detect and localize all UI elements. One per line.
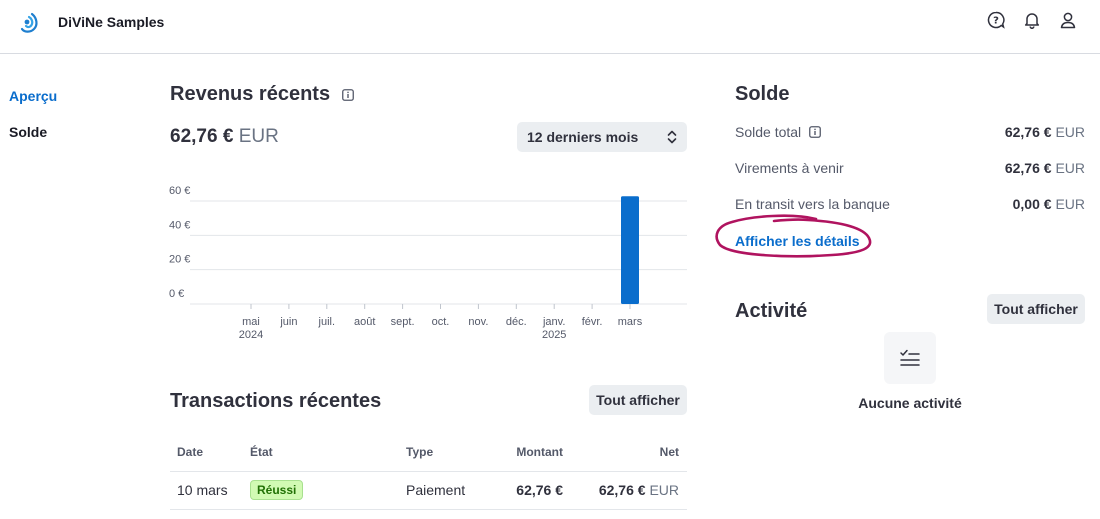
x-tick-label-year: 2025 bbox=[542, 329, 566, 341]
balance-transit-label: En transit vers la banque bbox=[735, 196, 890, 212]
x-tick-label-year: 2024 bbox=[239, 329, 263, 341]
balance-total-currency: EUR bbox=[1055, 124, 1085, 140]
cell-net-value: 62,76 € bbox=[598, 482, 646, 498]
column-header-date[interactable]: Date bbox=[170, 433, 250, 472]
balance-upcoming-currency: EUR bbox=[1055, 160, 1085, 176]
cell-date: 10 mars bbox=[170, 471, 250, 510]
x-tick-label: déc. bbox=[506, 316, 527, 328]
column-header-etat[interactable]: État bbox=[250, 433, 406, 472]
y-tick-label: 0 € bbox=[169, 288, 184, 300]
x-tick-label: nov. bbox=[468, 316, 488, 328]
balance-total-label: Solde total bbox=[735, 124, 802, 140]
cell-net-currency: EUR bbox=[649, 482, 679, 498]
x-tick-label: juin bbox=[279, 316, 297, 328]
transactions-title: Transactions récentes bbox=[170, 390, 382, 412]
transactions-view-all-button[interactable]: Tout afficher bbox=[589, 385, 687, 415]
x-tick-label: oct. bbox=[432, 316, 450, 328]
column-header-type[interactable]: Type bbox=[406, 433, 506, 472]
column-header-montant[interactable]: Montant bbox=[506, 433, 563, 472]
checklist-icon bbox=[900, 349, 920, 366]
revenue-amount-value: 62,76 € bbox=[170, 126, 234, 147]
sidebar-item-solde[interactable]: Solde bbox=[9, 122, 57, 158]
balance-upcoming-amount: 62,76 € bbox=[1004, 160, 1052, 176]
balance-total-value: 62,76 € EUR bbox=[1005, 124, 1085, 140]
balance-title: Solde bbox=[735, 83, 790, 105]
activity-empty-icon-box bbox=[884, 332, 936, 384]
activity-empty-text: Aucune activité bbox=[858, 395, 962, 411]
revenue-section-title: Revenus récents bbox=[170, 83, 354, 106]
chevron-up-down-icon bbox=[667, 130, 677, 144]
sidebar-nav: Aperçu Solde bbox=[9, 86, 57, 158]
table-row[interactable]: 10 mars Réussi Paiement 62,76 € 62,76 € … bbox=[170, 471, 687, 510]
balance-upcoming-label: Virements à venir bbox=[735, 160, 844, 176]
table-header-row: Date État Type Montant Net bbox=[170, 433, 687, 472]
column-header-net[interactable]: Net bbox=[563, 433, 687, 472]
svg-text:?: ? bbox=[993, 16, 999, 27]
info-icon[interactable] bbox=[809, 125, 821, 138]
balance-row-total: Solde total 62,76 € EUR bbox=[735, 124, 1085, 144]
y-tick-label: 40 € bbox=[169, 219, 190, 231]
transactions-table: Date État Type Montant Net 10 mars Réuss… bbox=[170, 433, 687, 510]
show-details-link[interactable]: Afficher les détails bbox=[735, 233, 860, 249]
balance-row-upcoming: Virements à venir 62,76 € EUR bbox=[735, 160, 1085, 180]
x-tick-label: mars bbox=[618, 316, 643, 328]
revenue-chart: 60 € 40 € 20 € 0 € mai2024 juin juil. août sept.… bbox=[169, 185, 687, 341]
help-icon[interactable]: ? bbox=[978, 9, 1014, 31]
x-tick-label: sept. bbox=[391, 316, 415, 328]
cell-amount: 62,76 € bbox=[506, 471, 563, 510]
cell-type: Paiement bbox=[406, 471, 506, 510]
y-tick-label: 60 € bbox=[169, 185, 190, 197]
y-tick-label: 20 € bbox=[169, 254, 190, 266]
brand-name: DiViNe Samples bbox=[58, 14, 165, 30]
balance-transit-value: 0,00 € EUR bbox=[1013, 196, 1085, 212]
balance-upcoming-value: 62,76 € EUR bbox=[1005, 160, 1085, 176]
x-tick-label: juil. bbox=[318, 316, 336, 328]
balance-transit-currency: EUR bbox=[1055, 196, 1085, 212]
top-bar: DiViNe Samples ? bbox=[0, 0, 1100, 54]
balance-transit-amount: 0,00 € bbox=[1012, 196, 1052, 212]
user-icon[interactable] bbox=[1050, 9, 1086, 31]
bell-icon[interactable] bbox=[1014, 9, 1050, 31]
period-select[interactable]: 12 derniers mois bbox=[517, 122, 687, 152]
brand-logo-icon bbox=[20, 12, 38, 33]
cell-status: Réussi bbox=[250, 471, 406, 510]
sidebar-item-apercu[interactable]: Aperçu bbox=[9, 86, 57, 122]
period-select-value: 12 derniers mois bbox=[527, 129, 639, 145]
x-tick-label: févr. bbox=[582, 316, 603, 328]
header-icons: ? bbox=[978, 9, 1086, 31]
brand[interactable]: DiViNe Samples bbox=[18, 9, 164, 35]
x-tick-label: août bbox=[354, 316, 375, 328]
activity-view-all-button[interactable]: Tout afficher bbox=[987, 294, 1085, 324]
revenue-bar[interactable] bbox=[621, 196, 639, 304]
x-tick-label: janv. bbox=[542, 316, 565, 328]
status-badge: Réussi bbox=[250, 480, 304, 500]
cell-net: 62,76 € EUR bbox=[563, 471, 687, 510]
revenue-title: Revenus récents bbox=[170, 83, 331, 105]
x-tick-label: mai bbox=[242, 316, 260, 328]
revenue-amount: 62,76 € EUR bbox=[170, 126, 279, 148]
balance-total-amount: 62,76 € bbox=[1004, 124, 1052, 140]
revenue-amount-currency: EUR bbox=[238, 126, 279, 147]
activity-title: Activité bbox=[735, 300, 808, 322]
info-icon[interactable] bbox=[341, 88, 354, 101]
